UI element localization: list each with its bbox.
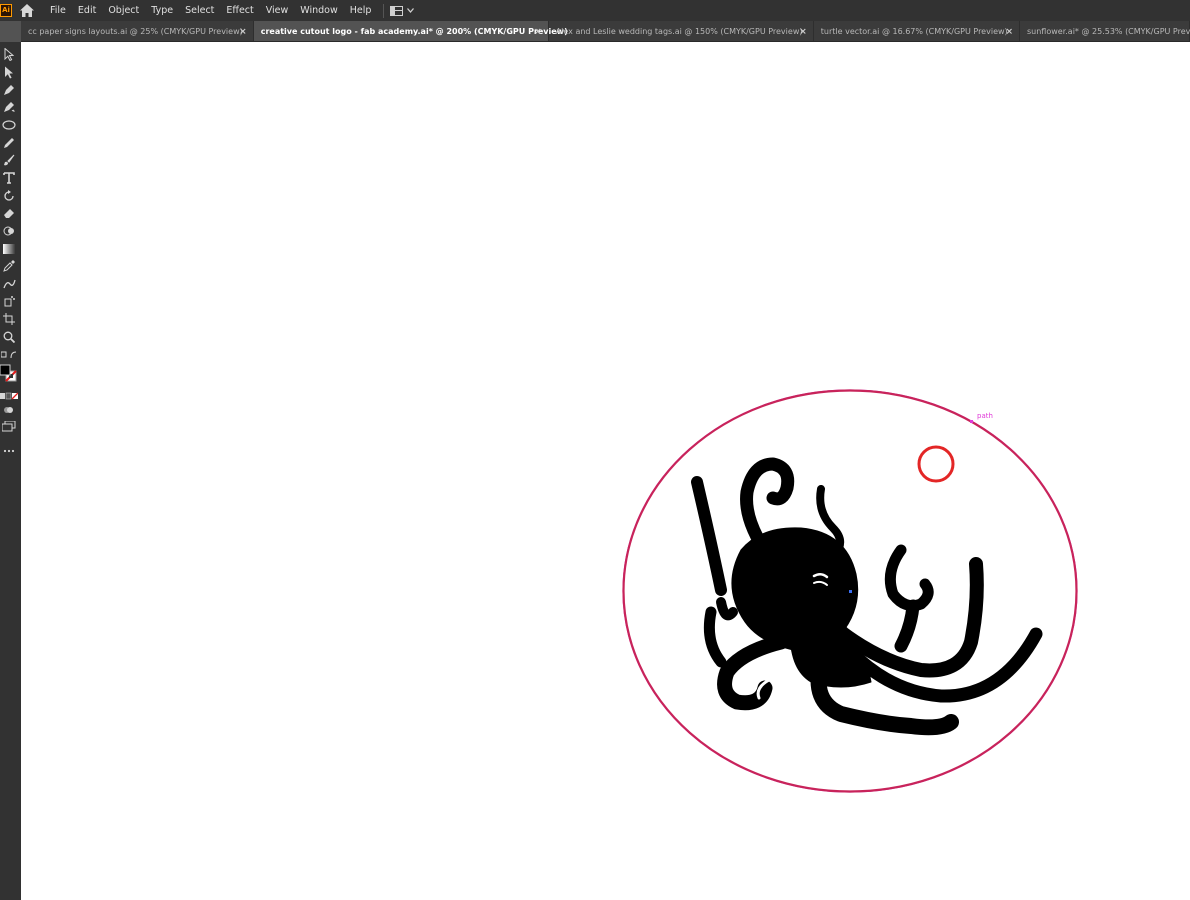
close-icon[interactable]: × — [799, 27, 807, 37]
menu-view[interactable]: View — [260, 0, 295, 21]
symbol-sprayer-tool-icon[interactable] — [0, 293, 18, 309]
eyedropper-tool-icon[interactable] — [0, 258, 18, 274]
tab-label: cc paper signs layouts.ai @ 25% (CMYK/GP… — [28, 27, 243, 36]
artboard-tool-icon[interactable] — [0, 311, 18, 327]
tab-label: sunflower.ai* @ 25.53% (CMYK/GPU Preview… — [1027, 27, 1190, 36]
type-tool-icon[interactable] — [0, 170, 18, 186]
tab-paper-signs[interactable]: cc paper signs layouts.ai @ 25% (CMYK/GP… — [21, 21, 254, 41]
menu-object[interactable]: Object — [102, 0, 145, 21]
hanging-hole-circle[interactable] — [917, 445, 955, 483]
edit-toolbar-icon[interactable] — [0, 443, 18, 459]
direct-selection-tool-icon[interactable] — [0, 64, 18, 80]
artwork — [622, 389, 1078, 793]
menu-effect[interactable]: Effect — [220, 0, 259, 21]
pen-tool-icon[interactable] — [0, 82, 18, 98]
illustrator-logo-icon: Ai — [0, 4, 12, 17]
menu-select[interactable]: Select — [179, 0, 220, 21]
menu-type[interactable]: Type — [145, 0, 179, 21]
document-tabs: cc paper signs layouts.ai @ 25% (CMYK/GP… — [21, 21, 1190, 42]
fill-stroke-swatch-icon[interactable] — [0, 363, 18, 387]
rotate-tool-icon[interactable] — [0, 188, 18, 204]
smart-guide-label: path — [977, 412, 993, 420]
close-icon[interactable]: × — [239, 27, 247, 37]
workspace-switcher[interactable] — [390, 5, 415, 16]
gradient-tool-icon[interactable] — [0, 241, 18, 257]
artboard-canvas[interactable]: path — [21, 42, 1190, 900]
menu-file[interactable]: File — [44, 0, 72, 21]
tab-sunflower[interactable]: sunflower.ai* @ 25.53% (CMYK/GPU Preview… — [1020, 21, 1190, 41]
workspace-layout-icon — [390, 5, 404, 16]
blend-tool-icon[interactable] — [0, 276, 18, 292]
eraser-tool-icon[interactable] — [0, 205, 18, 221]
menu-window[interactable]: Window — [294, 0, 343, 21]
main-menu: File Edit Object Type Select Effect View… — [44, 0, 377, 21]
anchor-point[interactable] — [849, 590, 852, 593]
selection-tool-icon[interactable] — [0, 46, 18, 62]
menu-edit[interactable]: Edit — [72, 0, 102, 21]
menu-bar: Ai File Edit Object Type Select Effect V… — [0, 0, 1190, 21]
pencil-tool-icon[interactable] — [0, 135, 18, 151]
menu-divider — [383, 3, 385, 18]
tab-label: creative cutout logo - fab academy.ai* @… — [260, 27, 568, 36]
menu-help[interactable]: Help — [344, 0, 378, 21]
curvature-tool-icon[interactable] — [0, 99, 18, 115]
hover-anchor-point — [970, 420, 973, 423]
screen-mode-icon[interactable] — [0, 419, 18, 435]
close-icon[interactable]: × — [1005, 27, 1013, 37]
tab-wedding-tags[interactable]: Alex and Leslie wedding tags.ai @ 150% (… — [549, 21, 814, 41]
tab-turtle-vector[interactable]: turtle vector.ai @ 16.67% (CMYK/GPU Prev… — [814, 21, 1020, 41]
tab-label: turtle vector.ai @ 16.67% (CMYK/GPU Prev… — [820, 27, 1008, 36]
tab-creative-cutout-logo[interactable]: creative cutout logo - fab academy.ai* @… — [253, 21, 568, 41]
ellipse-tool-icon[interactable] — [0, 117, 18, 133]
home-icon[interactable] — [20, 4, 34, 18]
draw-mode-icon[interactable] — [0, 402, 18, 418]
octopus-silhouette[interactable] — [691, 457, 1043, 736]
tools-panel — [0, 42, 21, 900]
chevron-down-icon — [407, 8, 415, 13]
zoom-tool-icon[interactable] — [0, 329, 18, 345]
swap-colors-icon[interactable] — [0, 347, 18, 363]
paintbrush-tool-icon[interactable] — [0, 152, 18, 168]
shape-builder-tool-icon[interactable] — [0, 223, 18, 239]
tab-label: Alex and Leslie wedding tags.ai @ 150% (… — [555, 27, 803, 36]
close-icon[interactable]: × — [534, 27, 542, 37]
